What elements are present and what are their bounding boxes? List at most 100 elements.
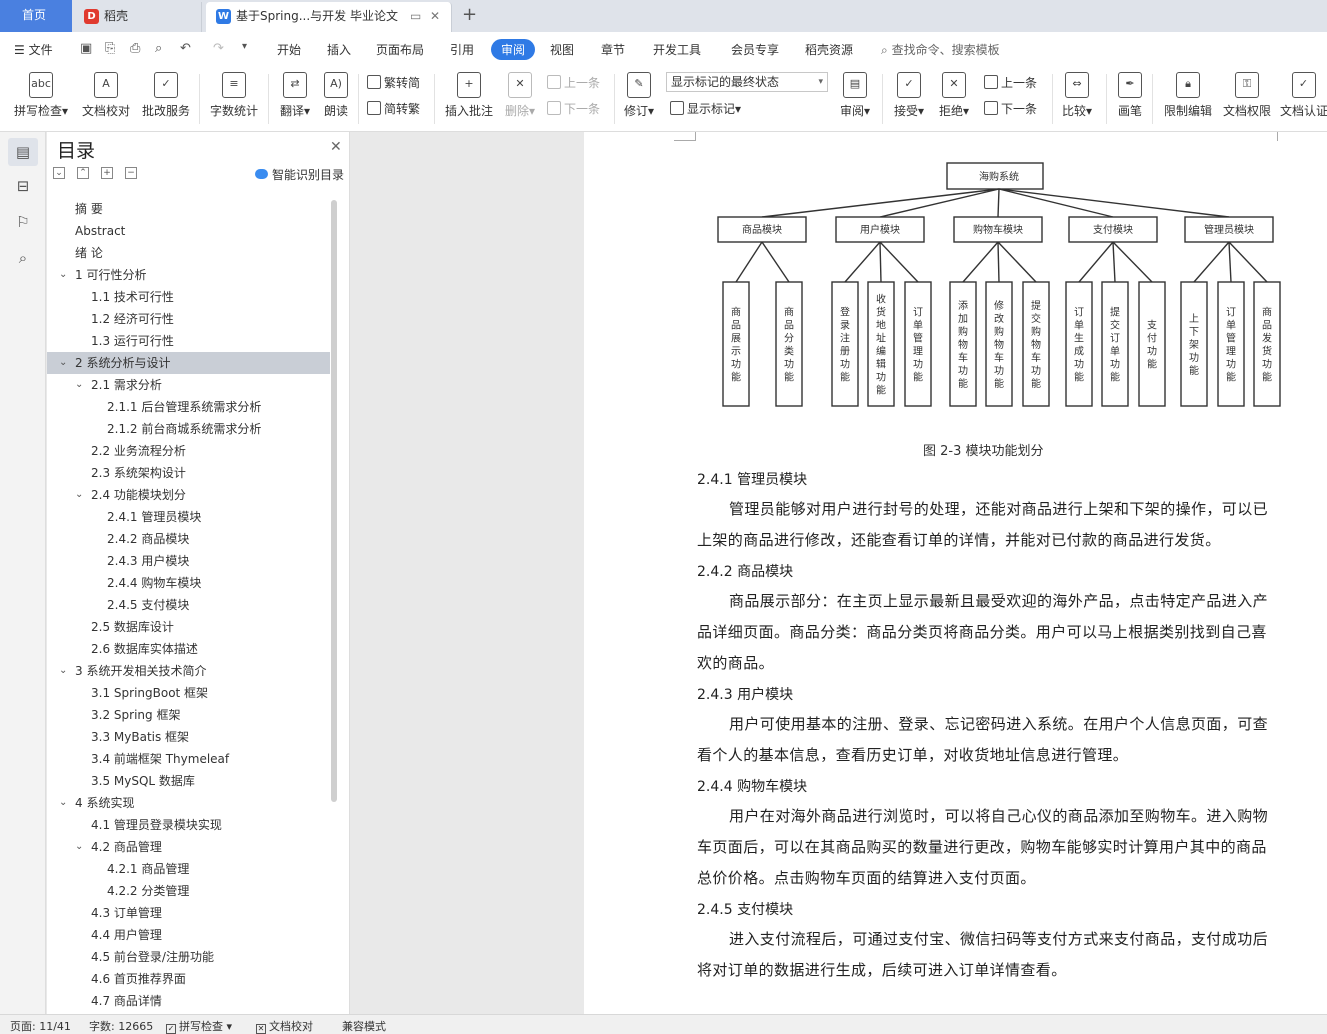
new-tab-icon[interactable]: +	[462, 4, 477, 25]
next-change-button[interactable]: 下一条	[984, 100, 1037, 117]
pin-icon[interactable]: ▭	[410, 2, 421, 30]
toc-item[interactable]: 2.6 数据库实体描述	[47, 638, 330, 660]
translate-button[interactable]: ⇄ 翻译▾	[278, 72, 312, 119]
toc-item[interactable]: Abstract	[47, 220, 330, 242]
toc-item[interactable]: 1.2 经济可行性	[47, 308, 330, 330]
toc-pane-icon[interactable]: ▤	[8, 138, 38, 166]
menu-dev-tools[interactable]: 开发工具	[653, 41, 701, 58]
toc-item[interactable]: 3.2 Spring 框架	[47, 704, 330, 726]
delete-comment-button[interactable]: ✕ 删除▾	[503, 72, 537, 119]
smart-toc-button[interactable]: 智能识别目录	[255, 166, 344, 183]
trad-to-simp-button[interactable]: 繁转简	[367, 74, 420, 91]
expand-all-icon[interactable]: ⌃	[77, 167, 89, 179]
menu-review[interactable]: 审阅	[491, 39, 536, 60]
toc-item[interactable]: 2.3 系统架构设计	[47, 462, 330, 484]
toc-item[interactable]: 2.4.3 用户模块	[47, 550, 330, 572]
file-menu[interactable]: ☰ 文件	[14, 41, 53, 58]
toc-item[interactable]: ⌄ 1 可行性分析	[47, 264, 330, 286]
remove-level-icon[interactable]: −	[125, 167, 137, 179]
toc-item[interactable]: ⌄ 2.4 功能模块划分	[47, 484, 330, 506]
prev-change-button[interactable]: 上一条	[984, 74, 1037, 91]
toc-item[interactable]: 2.4.2 商品模块	[47, 528, 330, 550]
print-icon[interactable]: ⎙	[130, 41, 140, 56]
menu-references[interactable]: 引用	[450, 41, 474, 58]
chevron-down-icon[interactable]: ⌄	[59, 264, 67, 286]
toc-item[interactable]: 3.5 MySQL 数据库	[47, 770, 330, 792]
toc-item[interactable]: ⌄ 4.2 商品管理	[47, 836, 330, 858]
toc-item[interactable]: 1.3 运行可行性	[47, 330, 330, 352]
tab-document[interactable]: W 基于Spring...与开发 毕业论文 ▭ ✕	[206, 2, 452, 32]
show-markup-button[interactable]: 显示标记▾	[670, 100, 741, 117]
toc-item[interactable]: 3.1 SpringBoot 框架	[47, 682, 330, 704]
chevron-down-icon[interactable]: ⌄	[59, 660, 67, 682]
menu-view[interactable]: 视图	[550, 41, 574, 58]
menu-insert[interactable]: 插入	[327, 41, 351, 58]
correction-service-button[interactable]: ✓ 批改服务	[140, 72, 192, 119]
toc-item[interactable]: 3.4 前端框架 Thymeleaf	[47, 748, 330, 770]
menu-daoke-resources[interactable]: 稻壳资源	[805, 41, 853, 58]
menu-member[interactable]: 会员专享	[731, 41, 779, 58]
close-icon[interactable]: ✕	[330, 139, 342, 155]
next-comment-button[interactable]: 下一条	[547, 100, 600, 117]
markup-state-select[interactable]: 显示标记的最终状态 ▾	[666, 72, 828, 92]
toc-item[interactable]: 1.1 技术可行性	[47, 286, 330, 308]
menu-chapter[interactable]: 章节	[601, 41, 625, 58]
export-pdf-icon[interactable]: ⎘	[105, 41, 115, 56]
chapter-nav-icon[interactable]: ⊟	[13, 176, 33, 196]
reject-button[interactable]: ✕ 拒绝▾	[937, 72, 971, 119]
ink-button[interactable]: ✒ 画笔	[1116, 72, 1144, 119]
prev-comment-button[interactable]: 上一条	[547, 74, 600, 91]
toc-item[interactable]: 2.4.5 支付模块	[47, 594, 330, 616]
toc-item[interactable]: 2.1.2 前台商城系统需求分析	[47, 418, 330, 440]
search-icon[interactable]: ⌕	[13, 248, 33, 268]
toc-item[interactable]: 3.3 MyBatis 框架	[47, 726, 330, 748]
track-changes-button[interactable]: ✎ 修订▾	[622, 72, 656, 119]
toc-item[interactable]: 4.5 前台登录/注册功能	[47, 946, 330, 968]
toc-item[interactable]: 2.4.1 管理员模块	[47, 506, 330, 528]
toc-item[interactable]: 4.6 首页推荐界面	[47, 968, 330, 990]
word-count-button[interactable]: ≡ 字数统计	[208, 72, 260, 119]
toc-item[interactable]: 4.7 商品详情	[47, 990, 330, 1012]
menu-page-layout[interactable]: 页面布局	[376, 41, 424, 58]
read-aloud-button[interactable]: A) 朗读	[322, 72, 350, 119]
command-search[interactable]: ⌕ 查找命令、搜索模板	[881, 41, 1000, 58]
menu-start[interactable]: 开始	[277, 41, 301, 58]
chevron-down-icon[interactable]: ⌄	[59, 792, 67, 814]
word-count-indicator[interactable]: 字数: 12665	[89, 1018, 153, 1034]
compare-button[interactable]: ⇔ 比较▾	[1060, 72, 1094, 119]
toc-item[interactable]: 2.2 业务流程分析	[47, 440, 330, 462]
print-preview-icon[interactable]: ⌕	[155, 41, 162, 56]
redo-icon[interactable]: ↷	[213, 41, 224, 56]
toc-item[interactable]: 4.2.1 商品管理	[47, 858, 330, 880]
accept-button[interactable]: ✓ 接受▾	[892, 72, 926, 119]
doc-permission-button[interactable]: ⚿ 文档权限	[1221, 72, 1273, 119]
bookmark-icon[interactable]: ⚐	[13, 212, 33, 232]
toc-item[interactable]: 2.1.1 后台管理系统需求分析	[47, 396, 330, 418]
chevron-down-icon[interactable]: ⌄	[75, 374, 83, 396]
save-icon[interactable]: ▣	[80, 41, 92, 56]
chevron-down-icon[interactable]: ⌄	[75, 484, 83, 506]
proofread-toggle[interactable]: ✕ 文档校对	[256, 1018, 313, 1034]
chevron-down-icon[interactable]: ⌄	[75, 836, 83, 858]
collapse-all-icon[interactable]: ⌄	[53, 167, 65, 179]
toc-item[interactable]: 4.4 用户管理	[47, 924, 330, 946]
toc-item[interactable]: ⌄ 2.1 需求分析	[47, 374, 330, 396]
toc-item[interactable]: 4.1 管理员登录模块实现	[47, 814, 330, 836]
toc-item[interactable]: 2.4.4 购物车模块	[47, 572, 330, 594]
toc-item[interactable]: ⌄ 2 系统分析与设计	[47, 352, 330, 374]
page-indicator[interactable]: 页面: 11/41	[10, 1018, 71, 1034]
review-pane-button[interactable]: ▤ 审阅▾	[838, 72, 872, 119]
toc-item[interactable]: 4.3 订单管理	[47, 902, 330, 924]
toc-item[interactable]: ⌄ 3 系统开发相关技术简介	[47, 660, 330, 682]
spell-check-button[interactable]: abc 拼写检查▾	[12, 72, 70, 119]
quick-access-dropdown-icon[interactable]: ▾	[242, 41, 247, 52]
toc-scrollbar[interactable]	[331, 200, 337, 802]
doc-proofread-button[interactable]: A 文档校对	[80, 72, 132, 119]
spell-check-toggle[interactable]: ✓ 拼写检查 ▾	[166, 1018, 232, 1034]
insert-comment-button[interactable]: + 插入批注	[443, 72, 495, 119]
tab-home[interactable]: 首页	[0, 0, 72, 32]
add-level-icon[interactable]: +	[101, 167, 113, 179]
toc-item[interactable]: ⌄ 4 系统实现	[47, 792, 330, 814]
toc-item[interactable]: 2.5 数据库设计	[47, 616, 330, 638]
simp-to-trad-button[interactable]: 简转繁	[367, 100, 420, 117]
